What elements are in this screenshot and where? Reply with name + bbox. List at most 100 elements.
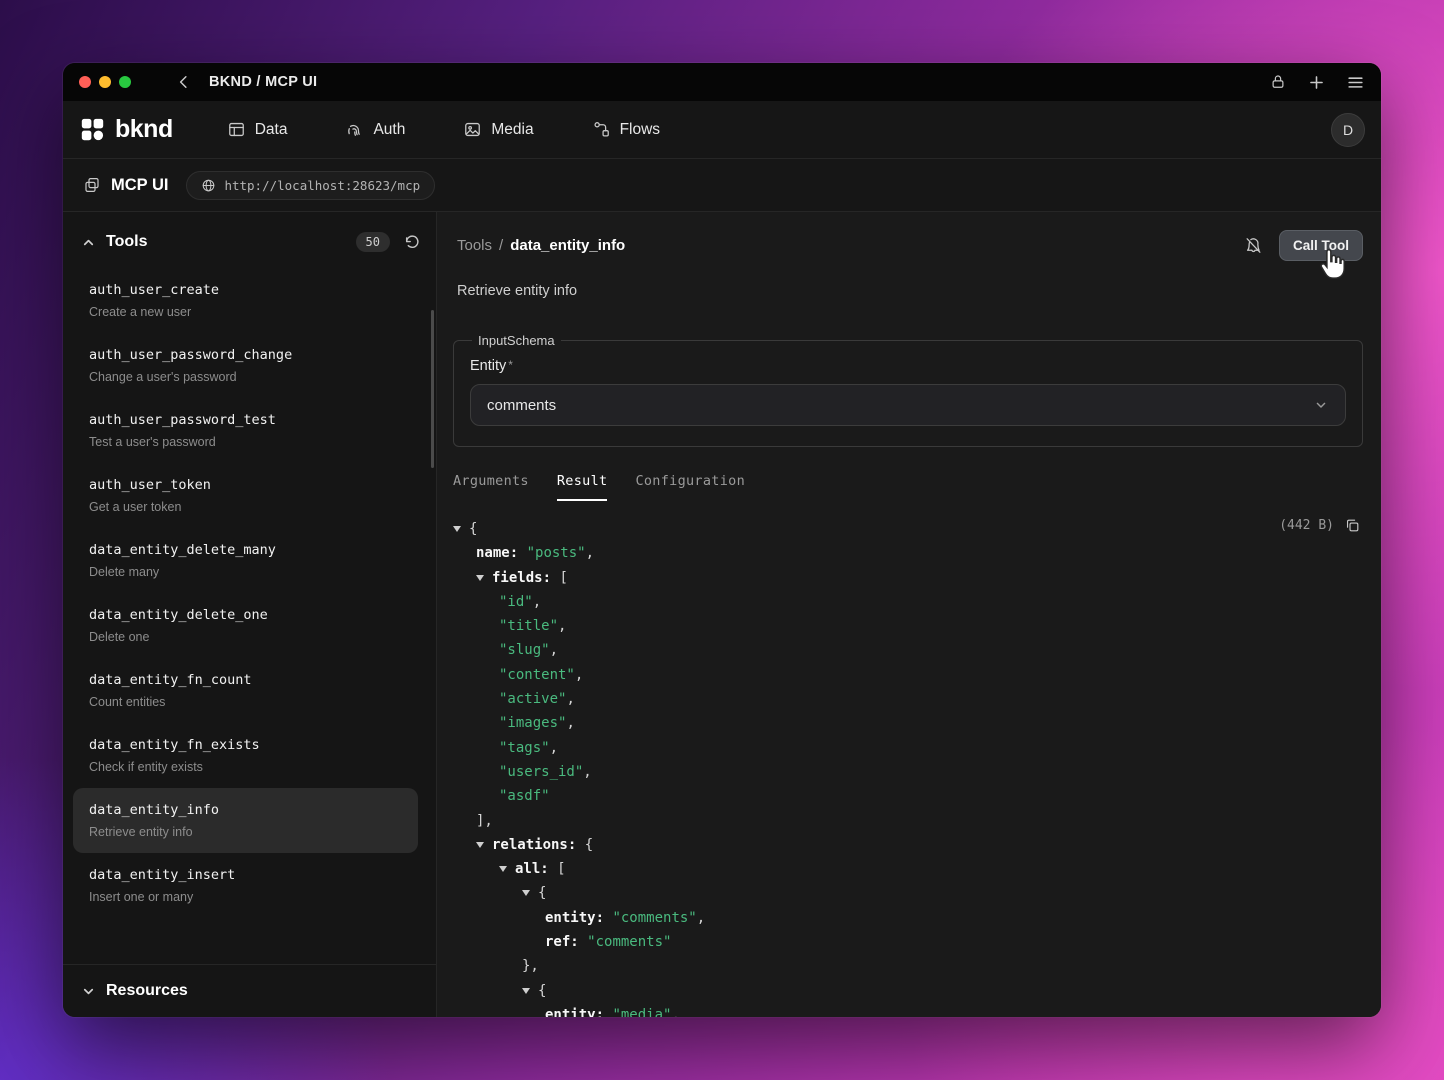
tool-description: Check if entity exists [89, 760, 402, 774]
nav-item-data[interactable]: Data [227, 120, 288, 139]
tool-list-item[interactable]: auth_user_create Create a new user [73, 268, 418, 333]
json-line: entity: "comments", [453, 906, 1363, 930]
sidebar-scrollbar[interactable] [431, 310, 434, 468]
tool-list-item[interactable]: auth_user_token Get a user token [73, 463, 418, 528]
json-line: relations: { [453, 833, 1363, 857]
breadcrumb-separator: / [499, 237, 503, 254]
tool-name: data_entity_delete_many [89, 542, 402, 558]
lock-icon[interactable] [1269, 73, 1287, 91]
json-line: fields: [ [453, 566, 1363, 590]
call-tool-button[interactable]: Call Tool [1279, 230, 1363, 261]
tool-name: auth_user_token [89, 477, 402, 493]
mcp-title-text: MCP UI [111, 176, 168, 195]
chevron-down-icon [1313, 397, 1329, 413]
json-line: "active", [453, 687, 1363, 711]
tool-detail-panel: Tools / data_entity_info Call Tool Retri… [437, 212, 1381, 1017]
tool-name: auth_user_create [89, 282, 402, 298]
server-url-pill[interactable]: http://localhost:28623/mcp [186, 171, 435, 200]
json-line: { [453, 881, 1363, 905]
notifications-off-button[interactable] [1244, 236, 1263, 255]
tool-name: data_entity_fn_count [89, 672, 402, 688]
breadcrumb-tools-link[interactable]: Tools [457, 237, 492, 254]
nav-label: Auth [373, 121, 405, 139]
tool-name: auth_user_password_test [89, 412, 402, 428]
tool-actions: Call Tool [1244, 230, 1363, 261]
user-avatar[interactable]: D [1331, 113, 1365, 147]
tab-arguments[interactable]: Arguments [453, 473, 529, 501]
resources-section-header[interactable]: Resources [63, 964, 436, 1017]
json-line: }, [453, 954, 1363, 978]
chevron-left-icon [175, 73, 193, 91]
mcp-subheader: MCP UI http://localhost:28623/mcp [63, 159, 1381, 212]
collapse-toggle-icon[interactable] [522, 988, 530, 994]
menu-icon[interactable] [1346, 73, 1365, 92]
tool-description: Count entities [89, 695, 402, 709]
nav-item-auth[interactable]: Auth [345, 120, 405, 139]
tools-section-header[interactable]: Tools 50 [63, 212, 436, 260]
bknd-logo[interactable]: bknd [79, 115, 173, 144]
tool-list-item[interactable]: data_entity_delete_many Delete many [73, 528, 418, 593]
tool-list-item[interactable]: auth_user_password_changeChange a user's… [73, 333, 418, 398]
tool-name: data_entity_insert [89, 867, 402, 883]
fingerprint-icon [345, 120, 364, 139]
tool-description: Get a user token [89, 500, 402, 514]
nav-item-media[interactable]: Media [463, 120, 533, 139]
close-button[interactable] [79, 76, 91, 88]
json-line: "tags", [453, 736, 1363, 760]
tool-list-item[interactable]: data_entity_delete_oneDelete one [73, 593, 418, 658]
tool-description: Test a user's password [89, 435, 402, 449]
zoom-button[interactable] [119, 76, 131, 88]
tool-description: Delete many [89, 565, 402, 579]
tool-description: Retrieve entity info [89, 825, 402, 839]
tool-description: Retrieve entity info [437, 269, 1381, 323]
copy-button[interactable] [1344, 517, 1361, 534]
logo-text: bknd [115, 115, 173, 144]
database-icon [227, 120, 246, 139]
input-schema-fieldset: InputSchema Entity* comments [453, 333, 1363, 447]
collapse-toggle-icon[interactable] [453, 526, 461, 532]
refresh-button[interactable] [404, 234, 420, 250]
json-line: ], [453, 809, 1363, 833]
mcp-title: MCP UI [83, 176, 168, 195]
tool-list: auth_user_createCreate a new userauth_us… [63, 260, 436, 964]
nav-label: Flows [620, 121, 660, 139]
titlebar-actions [1269, 73, 1365, 92]
back-button[interactable] [175, 73, 193, 91]
new-tab-plus-icon[interactable] [1307, 73, 1326, 92]
app-header: bknd Data Auth Media Flows [63, 101, 1381, 159]
result-size: (442 B) [1279, 518, 1334, 533]
breadcrumb-row: Tools / data_entity_info Call Tool [437, 212, 1381, 269]
json-line: "title", [453, 614, 1363, 638]
tab-result[interactable]: Result [557, 473, 608, 501]
input-schema-legend: InputSchema [472, 333, 561, 348]
entity-field-label: Entity* [470, 358, 1346, 374]
tool-description: Create a new user [89, 305, 402, 319]
resources-section-label: Resources [106, 982, 188, 1000]
desktop-background: BKND / MCP UI bknd Dat [0, 0, 1444, 1080]
json-line: ref: "comments" [453, 930, 1363, 954]
entity-select[interactable]: comments [470, 384, 1346, 426]
tab-configuration[interactable]: Configuration [635, 473, 745, 501]
collapse-toggle-icon[interactable] [499, 866, 507, 872]
json-line: "content", [453, 663, 1363, 687]
json-line: { [453, 979, 1363, 1003]
tool-list-item[interactable]: data_entity_fn_count Count entities [73, 658, 418, 723]
json-line: all: [ [453, 857, 1363, 881]
collapse-toggle-icon[interactable] [476, 575, 484, 581]
json-line: name: "posts", [453, 541, 1363, 565]
bell-off-icon [1244, 236, 1263, 255]
tool-list-item[interactable]: data_entity_infoRetrieve entity info [73, 788, 418, 853]
result-panel: (442 B) {name: "posts",fields: ["id","ti… [453, 513, 1363, 1017]
minimize-button[interactable] [99, 76, 111, 88]
tool-description: Change a user's password [89, 370, 402, 384]
tools-count-badge: 50 [356, 232, 390, 252]
breadcrumb-current: data_entity_info [510, 237, 625, 254]
tool-list-item[interactable]: auth_user_password_test Test a user's pas… [73, 398, 418, 463]
entity-label-text: Entity [470, 358, 506, 374]
tool-list-item[interactable]: data_entity_fn_existsCheck if entity exi… [73, 723, 418, 788]
tool-description: Insert one or many [89, 890, 402, 904]
collapse-toggle-icon[interactable] [476, 842, 484, 848]
collapse-toggle-icon[interactable] [522, 890, 530, 896]
nav-item-flows[interactable]: Flows [592, 120, 660, 139]
tool-list-item[interactable]: data_entity_insert Insert one or many [73, 853, 418, 918]
